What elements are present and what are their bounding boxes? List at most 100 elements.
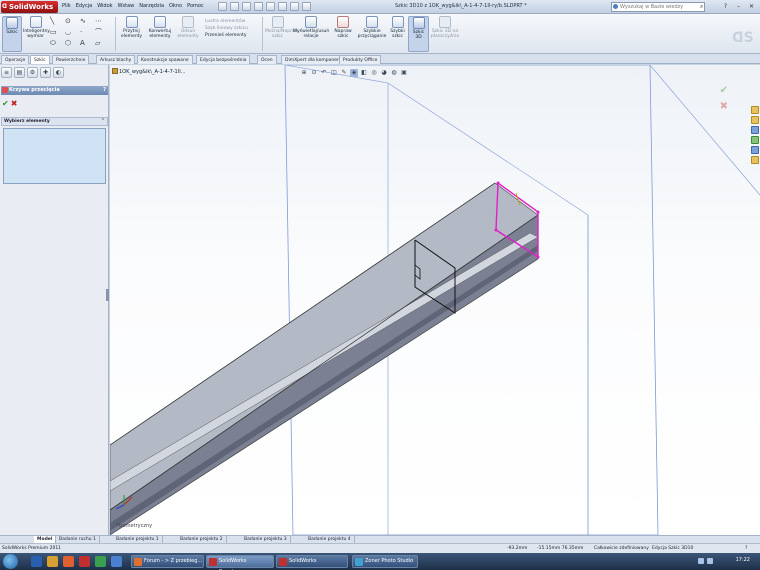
clock[interactable]: 17:22 (736, 557, 750, 563)
plane-icon[interactable]: ▱ (95, 39, 110, 48)
confirm-ok-icon[interactable]: ✔ (720, 85, 728, 96)
taskbar-item-zoner[interactable]: Zoner Photo Studio ... (352, 555, 418, 570)
cancel-x-icon[interactable]: ✖ (11, 99, 18, 108)
fillet-icon[interactable]: ⌒ (95, 28, 110, 37)
solidworks-logo[interactable]: ᗡ SolidWorks (1, 1, 58, 13)
tab-features[interactable]: Operacje (1, 55, 30, 64)
mirror-entities-item[interactable]: Lustro elementów (205, 18, 263, 25)
menu-item-view[interactable]: Widok (97, 3, 112, 9)
sketch-3d-button[interactable]: Szkic 3D (408, 16, 429, 52)
collapse-icon[interactable]: ⌃ (101, 118, 105, 125)
graphics-area[interactable]: 1OK_wyg&ik\_A-1-4-7-1II... ⊕ ⊙ ↶ ◫ ✎ ◈ ◧… (110, 65, 760, 535)
custom-properties-icon[interactable] (751, 156, 759, 164)
sketch-3d-on-plane-button[interactable]: Szkic 3D na płaszczyźnie (430, 16, 460, 52)
ellipse-icon[interactable]: ⬭ (50, 39, 65, 48)
view-orientation-icon[interactable]: ◈ (350, 69, 358, 77)
offset-entities-button[interactable]: Odsuń elementy (174, 16, 202, 52)
menu-item-tools[interactable]: Narzędzia (139, 3, 164, 9)
tab-office-products[interactable]: Produkty Office (339, 55, 382, 64)
tab-weldments[interactable]: Konstrukcje spawane (137, 55, 193, 64)
move-entities-item[interactable]: Przenieś elementy (205, 32, 263, 39)
new-file-icon[interactable] (218, 2, 227, 11)
minimize-icon[interactable]: – (733, 2, 744, 12)
undo-icon[interactable] (266, 2, 275, 11)
media-icon[interactable] (63, 556, 74, 567)
display-style-icon[interactable]: ◧ (360, 69, 368, 77)
design-library-icon[interactable] (751, 116, 759, 124)
select-icon[interactable] (278, 2, 287, 11)
feature-manager-icon[interactable]: ≡ (1, 67, 12, 78)
help-icon[interactable]: ? (745, 545, 747, 553)
close-icon[interactable]: ✕ (746, 2, 757, 12)
print-icon[interactable] (254, 2, 263, 11)
panel-splitter-handle[interactable] (106, 289, 109, 301)
save-icon[interactable] (242, 2, 251, 11)
line-icon[interactable]: ╲ (50, 17, 65, 26)
view-palette-icon[interactable] (751, 136, 759, 144)
tab-evaluate[interactable]: Ocen (257, 55, 277, 64)
dimxpert-manager-icon[interactable]: ✚ (40, 67, 51, 78)
taskbar-item-solidworks[interactable]: SolidWorks (276, 555, 348, 568)
zoom-to-fit-icon[interactable]: ⊕ (300, 69, 308, 77)
open-file-icon[interactable] (230, 2, 239, 11)
volume-icon[interactable] (707, 558, 713, 564)
options-icon[interactable] (302, 2, 311, 11)
menu-item-window[interactable]: Okno (169, 3, 182, 9)
menu-item-insert[interactable]: Wstaw (118, 3, 135, 9)
view-settings-icon[interactable]: ▣ (400, 69, 408, 77)
quick-snaps-button[interactable]: Szybkie przyciąganie (356, 16, 388, 52)
configuration-manager-icon[interactable]: ⚙ (27, 67, 38, 78)
help-icon[interactable]: ? (720, 2, 731, 12)
linear-pattern-item[interactable]: Szyk liniowy szkicu (205, 25, 263, 32)
menu-item-file[interactable]: Plik (62, 3, 71, 9)
sketch-point[interactable] (536, 210, 540, 214)
dynamic-annotation-icon[interactable]: ✎ (340, 69, 348, 77)
feature-tree-root[interactable]: 1OK_wyg&ik\_A-1-4-7-1II... (112, 68, 185, 75)
sketch-point[interactable] (536, 255, 540, 259)
tab-direct-editing[interactable]: Edycja bezpośrednia (196, 55, 251, 64)
spline-icon[interactable]: ∿ (80, 17, 95, 26)
confirm-cancel-icon[interactable]: ✖ (720, 101, 728, 112)
rectangle-icon[interactable]: ▭ (50, 28, 65, 37)
app-icon[interactable] (95, 556, 106, 567)
file-explorer-icon[interactable] (751, 126, 759, 134)
smart-dimension-button[interactable]: Inteligentny wymiar (23, 16, 50, 52)
explorer-icon[interactable] (47, 556, 58, 567)
menu-item-help[interactable]: Pomoc (187, 3, 204, 9)
polygon-icon[interactable]: ⬡ (65, 39, 80, 48)
sketch-point[interactable] (496, 181, 500, 185)
text-icon[interactable]: A (80, 39, 95, 48)
convert-entities-button[interactable]: Konwertuj elementy (145, 16, 175, 52)
trim-entities-button[interactable]: Przytnij elementy (118, 16, 145, 52)
knowledge-base-search-input[interactable]: Wyszukaj w Bazie wiedzy (611, 2, 705, 12)
display-manager-icon[interactable]: ◐ (53, 67, 64, 78)
start-button-icon[interactable] (3, 554, 18, 569)
property-manager-icon[interactable]: ▤ (14, 67, 25, 78)
network-icon[interactable] (698, 558, 704, 564)
edit-appearance-icon[interactable]: ◕ (380, 69, 388, 77)
sketch-point[interactable] (494, 228, 498, 232)
apply-scene-icon[interactable]: ◍ (390, 69, 398, 77)
ok-check-icon[interactable]: ✔ (2, 99, 9, 108)
point-icon[interactable]: · (80, 28, 95, 37)
repair-sketch-button[interactable]: Można/Napraw szkic (265, 16, 298, 52)
tab-sketch[interactable]: Szkic (30, 55, 50, 64)
tab-surfaces[interactable]: Powierzchnie (52, 55, 90, 64)
zoom-area-icon[interactable]: ⊙ (310, 69, 318, 77)
selected-entities-list[interactable] (3, 128, 106, 184)
resources-icon[interactable] (751, 106, 759, 114)
taskbar-item-forum[interactable]: Forum - > Z przebieg... (131, 555, 204, 568)
solidworks-icon[interactable] (79, 556, 90, 567)
rapid-sketch-button[interactable]: Szybki szkic (389, 16, 406, 52)
word-icon[interactable] (31, 556, 42, 567)
select-entities-group-header[interactable]: Wybierz elementy ⌃ (1, 117, 108, 126)
circle-icon[interactable]: ⊙ (65, 17, 80, 26)
taskbar-item-solidworks-premium[interactable]: SolidWorks Premium... (206, 555, 274, 570)
sketch-button[interactable]: Szkic (2, 16, 22, 52)
property-manager-help-icon[interactable]: ? (103, 86, 106, 95)
previous-view-icon[interactable]: ↶ (320, 69, 328, 77)
section-view-icon[interactable]: ◫ (330, 69, 338, 77)
display-delete-relations-button[interactable]: Wyświetlaj/usuń relacje (292, 16, 330, 52)
rebuild-icon[interactable] (290, 2, 299, 11)
tab-sheet-metal[interactable]: Arkusz blachy (96, 55, 136, 64)
